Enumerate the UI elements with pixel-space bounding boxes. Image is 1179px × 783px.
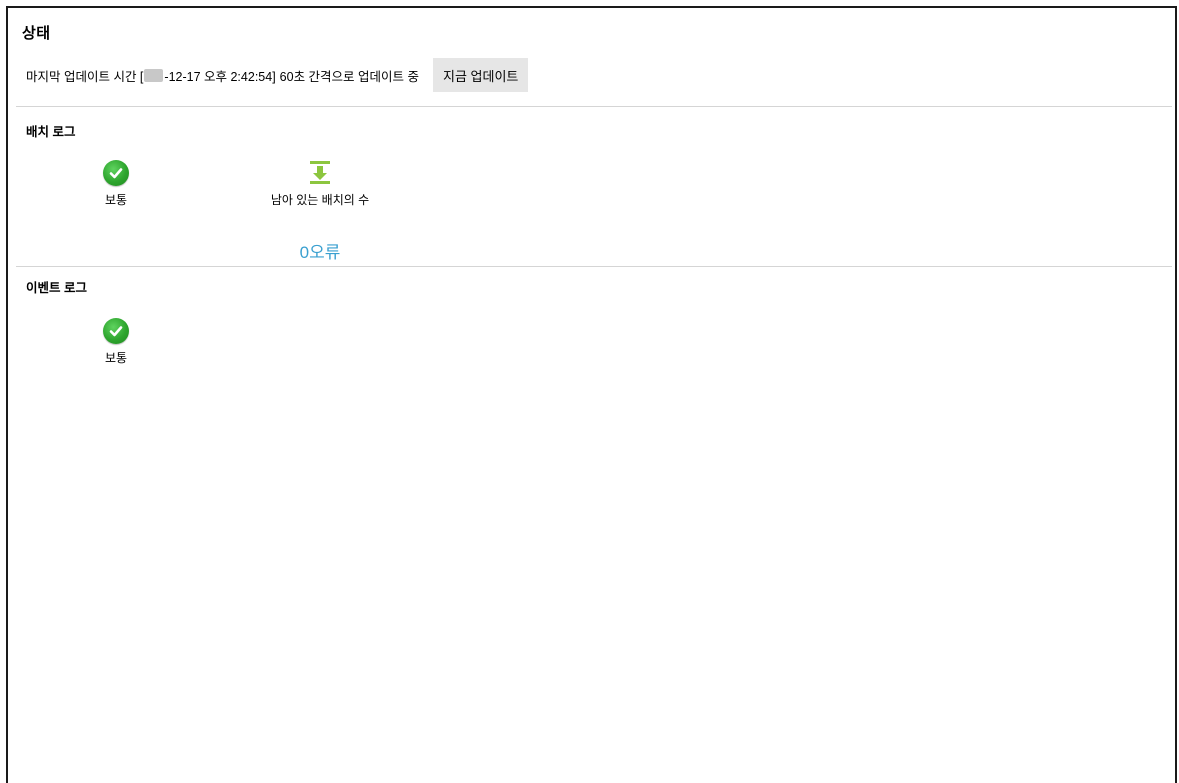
page-title: 상태	[22, 25, 51, 42]
event-log-title: 이벤트 로그	[26, 281, 87, 295]
remaining-batches-label: 남아 있는 배치의 수	[270, 193, 370, 207]
check-circle-icon	[103, 318, 129, 344]
batch-log-status-label: 보통	[104, 193, 128, 207]
event-log-status-label: 보통	[104, 351, 128, 365]
section-divider	[16, 266, 1172, 267]
last-update-timestamp: -12-17 오후 2:42:54]	[164, 69, 276, 84]
download-arrow-icon	[310, 161, 330, 184]
batch-log-status: 보통	[88, 160, 144, 208]
check-circle-icon	[103, 160, 129, 186]
event-log-status: 보통	[88, 318, 144, 366]
remaining-batches: 남아 있는 배치의 수	[240, 160, 400, 208]
section-divider	[16, 106, 1172, 107]
batch-log-title: 배치 로그	[26, 125, 76, 139]
status-panel: 상태 마지막 업데이트 시간 [ -12-17 오후 2:42:54] 60초 …	[6, 6, 1177, 783]
update-now-button[interactable]: 지금 업데이트	[433, 58, 529, 92]
update-info-row: 마지막 업데이트 시간 [ -12-17 오후 2:42:54] 60초 간격으…	[26, 58, 529, 92]
redacted-year	[144, 68, 164, 82]
last-update-prefix: 마지막 업데이트 시간 [	[26, 69, 144, 84]
remaining-batches-count[interactable]: 0오류	[280, 238, 360, 263]
update-interval-text: 60초 간격으로 업데이트 중	[279, 69, 419, 84]
